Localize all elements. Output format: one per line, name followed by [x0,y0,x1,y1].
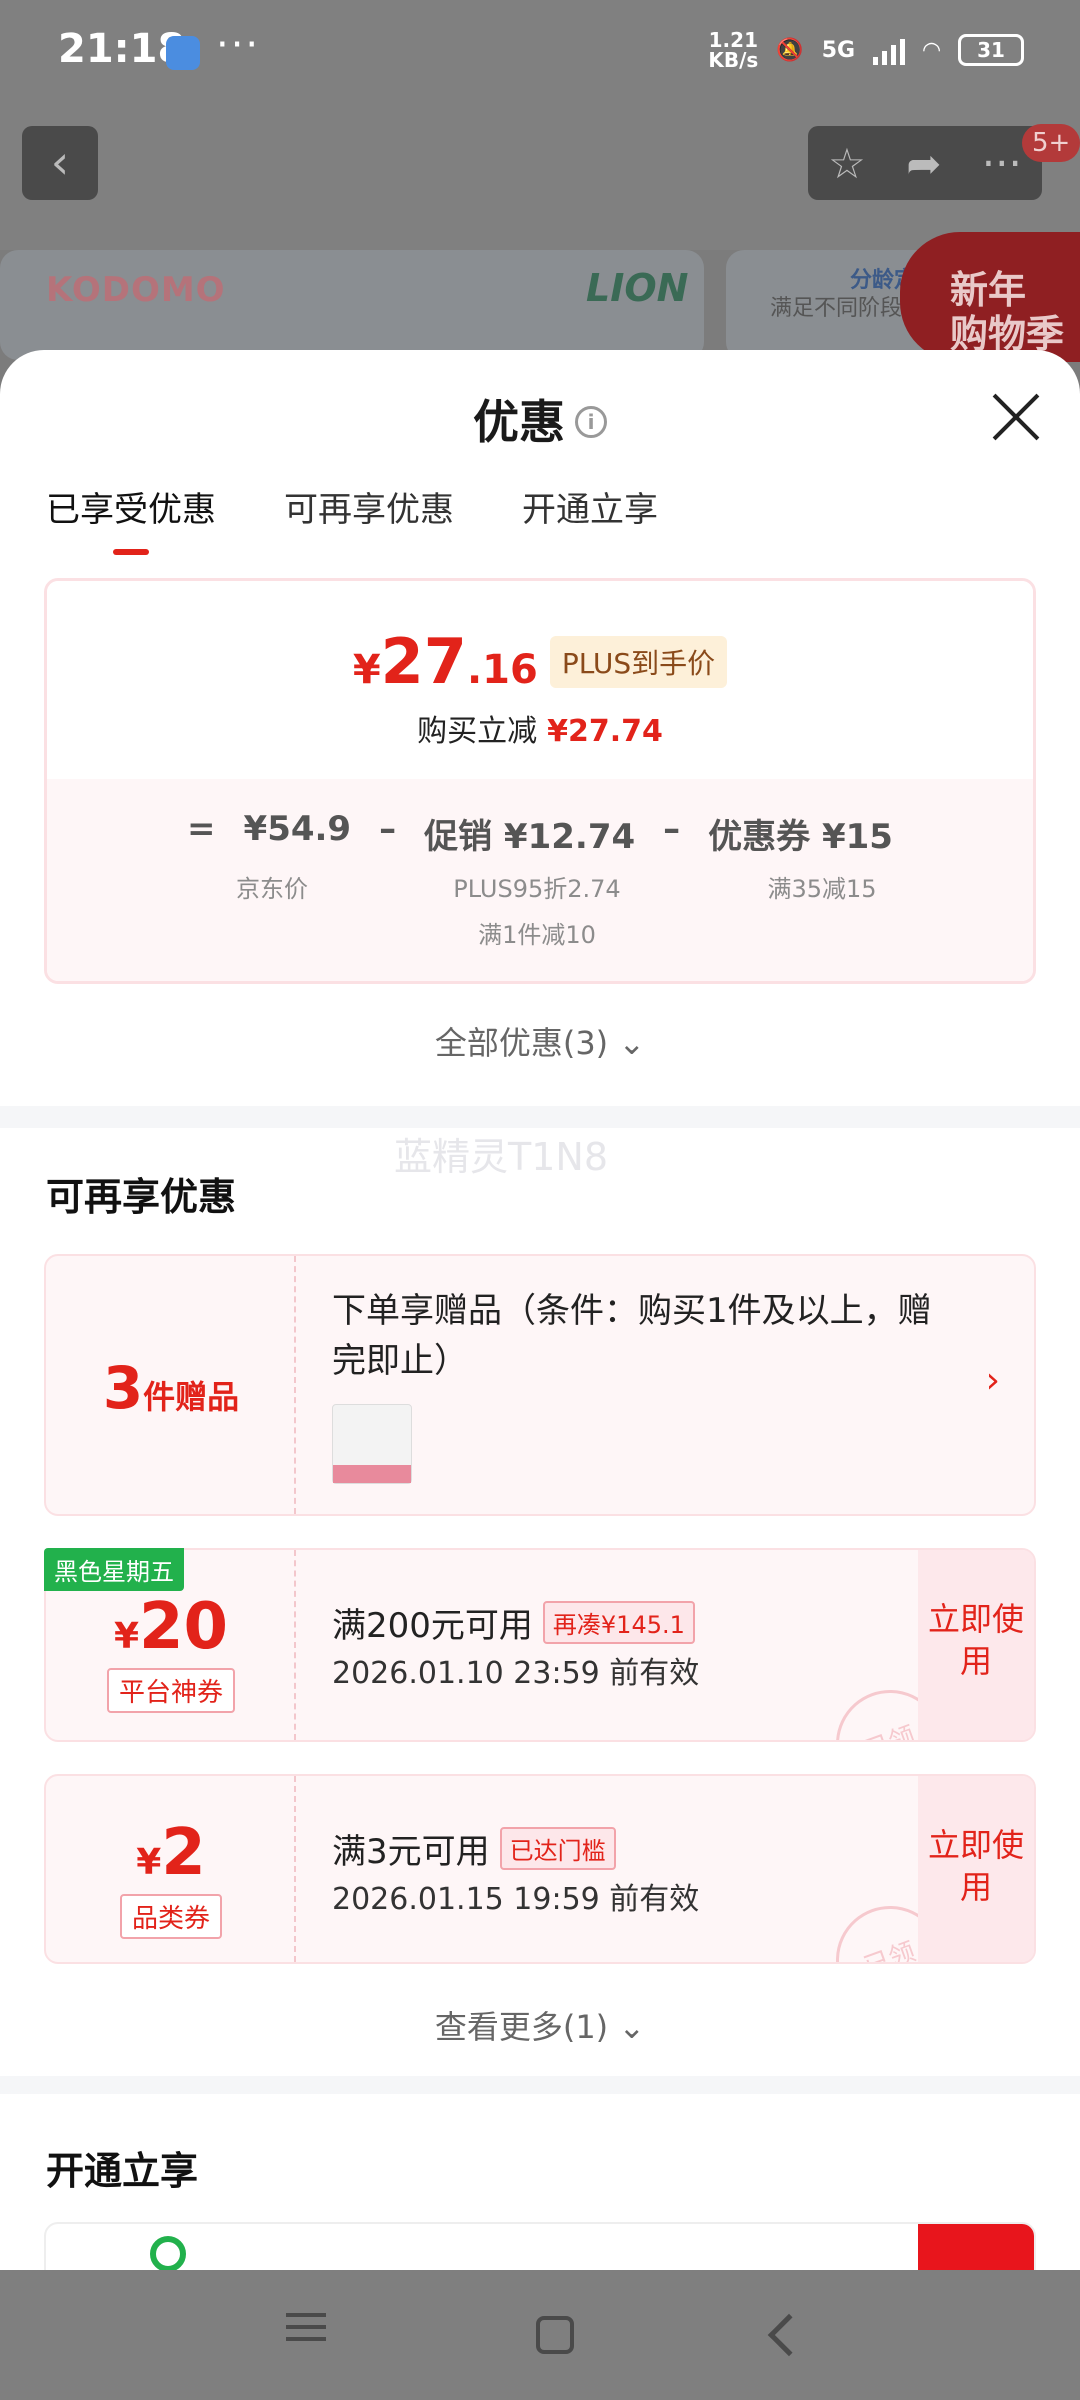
home-icon[interactable] [536,2316,574,2354]
reduce-line: 购买立减 ¥27.74 [417,714,663,749]
section-divider [0,2076,1080,2094]
chevron-left-icon: ‹ [50,135,70,189]
banner-side-sub: 满足不同阶段 [770,296,903,321]
coupon-condition: 满200元可用 再凑¥145.1 [332,1598,695,1647]
base-price-label: 京东价 [236,875,308,903]
chevron-right-icon: › [985,1360,1000,1401]
battery-icon: 31 [958,34,1024,66]
discount-sheet: 优惠 i 已享受优惠 可再享优惠 开通立享 ¥27.16 PLUS到手价 购买立减… [0,350,1080,2270]
gift-card[interactable]: 3件赠品 下单享赠品（条件：购买1件及以上，赠完即止） › [44,1254,1036,1516]
black-friday-ribbon: 黑色星期五 [44,1548,184,1591]
coupon-value: ¥20 [113,1590,229,1664]
all-offers-toggle[interactable]: 全部优惠(3) ⌄ [0,1018,1080,1064]
star-icon[interactable]: ☆ [828,139,866,188]
signal-icon [873,35,906,65]
coupon-card: ¥20 平台神券 满200元可用 再凑¥145.1 2026.01.10 23:… [44,1548,1036,1742]
close-icon[interactable] [986,386,1046,446]
coupon-card: ¥2 品类券 满3元可用 已达门槛 2026.01.15 19:59 前有效 已… [44,1774,1036,1964]
membership-icon [150,2236,186,2270]
coupon-condition: 满3元可用 已达门槛 [332,1824,616,1873]
coupon-expiry: 2026.01.10 23:59 前有效 [332,1656,700,1691]
wifi-icon: ◠ [923,37,940,63]
coupon-expiry: 2026.01.15 19:59 前有效 [332,1882,700,1917]
gift-thumbnail [332,1404,412,1484]
new-year-badge: 新年 购物季 [900,232,1080,362]
banner-brand-left: KODOMO [46,270,226,310]
promo-detail-1: PLUS95折2.74 [453,875,621,903]
price-summary-card: ¥27.16 PLUS到手价 购买立减 ¥27.74 = ¥54.9 – 促销 ¥… [44,578,1036,984]
open-membership-card[interactable] [44,2222,1036,2270]
coupon-amount: 优惠券 ¥15 [708,817,893,857]
tab-enjoyed[interactable]: 已享受优惠 [46,482,216,555]
share-icon[interactable]: ➦ [906,139,941,188]
more-notifications-icon: ··· [216,22,261,68]
price-formula: = ¥54.9 – 促销 ¥12.74 – 优惠券 ¥15 [187,809,893,857]
tab-open-enjoy[interactable]: 开通立享 [522,482,658,549]
section-title-open: 开通立享 [46,2149,199,2193]
system-nav-bar [0,2270,1080,2400]
final-price: ¥27.16 [352,625,538,698]
base-price: ¥54.9 [243,809,352,849]
tab-bar: 已享受优惠 可再享优惠 开通立享 [46,482,658,555]
message-badge: 5+ [1022,124,1080,162]
more-icon[interactable]: ··· [982,139,1022,188]
coupon-type-tag: 平台神券 [106,1668,235,1713]
condition-tag: 已达门槛 [499,1827,616,1870]
coupon-value: ¥2 [136,1816,206,1890]
tab-more-available[interactable]: 可再享优惠 [284,482,454,549]
use-now-button[interactable]: 立即使用 [918,1776,1034,1962]
use-now-button[interactable]: 立即使用 [918,1550,1034,1740]
watermark: 蓝精灵T1N8 [394,1135,608,1179]
info-icon[interactable]: i [575,405,607,438]
plus-price-tag: PLUS到手价 [549,636,728,688]
mute-icon: 🔕 [776,37,804,63]
status-bar: 21:18 ··· 1.21 KB/s 🔕 5G ◠ 31 [0,0,1080,110]
coupon-detail: 满35减15 [767,875,877,903]
menu-icon[interactable] [276,2305,336,2365]
see-more-toggle[interactable]: 查看更多(1) ⌄ [0,2002,1080,2048]
open-button[interactable] [918,2224,1034,2270]
banner-brand-right: LION [586,266,689,310]
section-title-more: 可再享优惠 [46,1175,237,1219]
promo-detail-2: 满1件减10 [478,921,596,949]
promo-amount: 促销 ¥12.74 [424,817,636,857]
sheet-title: 优惠 i [0,386,1080,452]
back-button[interactable]: ‹ [22,126,98,200]
gift-description: 下单享赠品（条件：购买1件及以上，赠完即止） [332,1291,932,1381]
section-divider [0,1106,1080,1128]
coupon-type-tag: 品类券 [119,1894,222,1939]
network-type: 5G [821,37,856,63]
condition-tag: 再凑¥145.1 [542,1601,695,1644]
app-notification-icon [166,36,200,70]
status-icons: 1.21 KB/s 🔕 5G ◠ 31 [708,30,1024,70]
network-speed: 1.21 KB/s [708,28,759,72]
back-icon[interactable] [767,2313,811,2357]
header-actions: ☆ ➦ ··· [808,126,1042,200]
gift-count: 3件赠品 [102,1354,240,1422]
